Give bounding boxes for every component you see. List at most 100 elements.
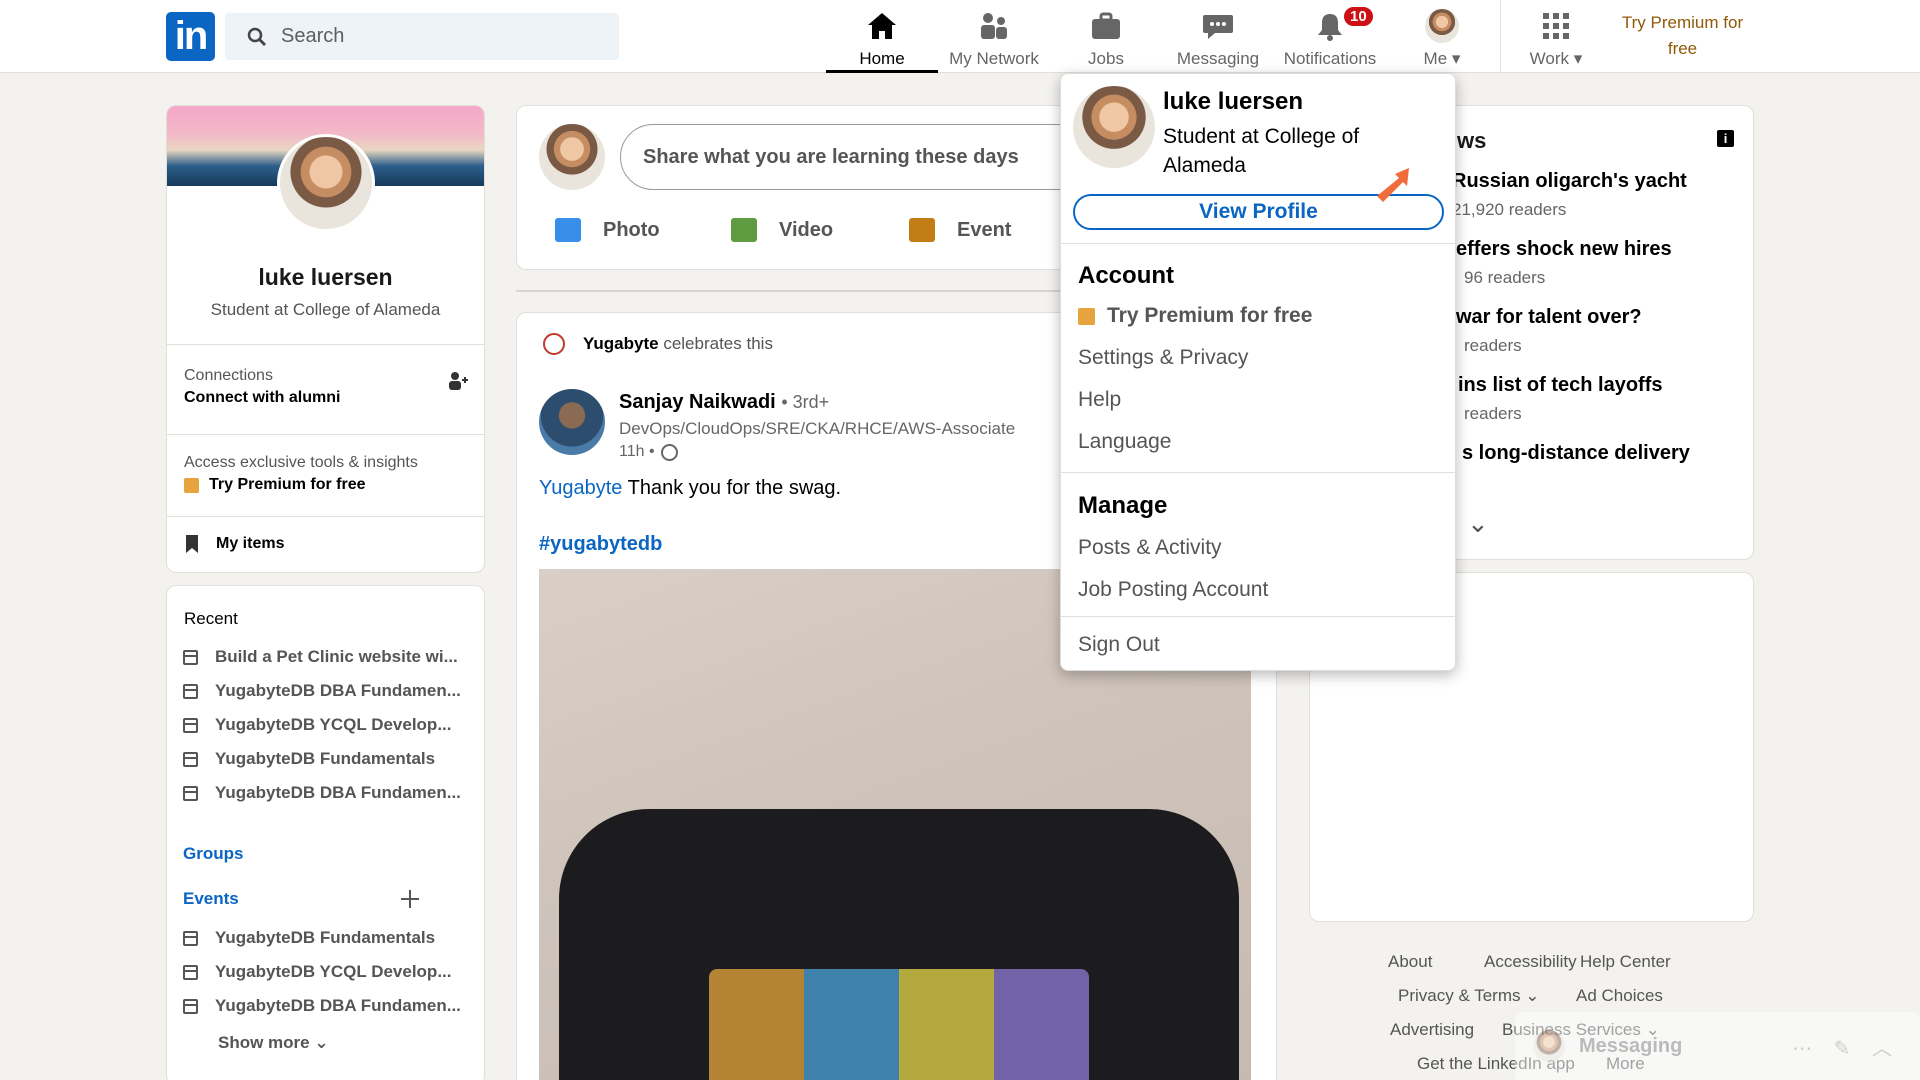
post-body: Yugabyte Thank you for the swag.	[539, 477, 841, 500]
author-avatar[interactable]	[539, 389, 605, 455]
messaging-dock-controls[interactable]: ⋯ ✎ ︿	[1792, 1032, 1900, 1061]
settings-privacy-link[interactable]: Settings & Privacy	[1078, 346, 1248, 370]
news-item-title[interactable]: s long-distance delivery	[1462, 442, 1690, 465]
author-degree: • 3rd+	[781, 392, 830, 412]
footer-link[interactable]: Privacy & Terms ⌄	[1398, 986, 1539, 1006]
dropdown-avatar[interactable]	[1073, 86, 1155, 168]
groups-link[interactable]: Groups	[183, 844, 243, 864]
help-link[interactable]: Help	[1078, 388, 1121, 412]
share-avatar[interactable]	[539, 124, 605, 190]
account-heading: Account	[1078, 262, 1174, 289]
profile-headline: Student at College of Alameda	[210, 300, 441, 319]
author-name-row[interactable]: Sanjay Naikwadi • 3rd+	[619, 391, 829, 414]
info-icon[interactable]: i	[1717, 130, 1734, 147]
post-mention[interactable]: Yugabyte	[539, 477, 622, 499]
nav-notifications[interactable]: 10 Notifications	[1274, 0, 1386, 73]
show-more-button[interactable]: Show more ⌄	[218, 1033, 329, 1053]
news-heading: ws	[1457, 128, 1487, 153]
recent-item[interactable]: YugabyteDB DBA Fundamen...	[183, 783, 461, 803]
footer-link[interactable]: About	[1388, 952, 1432, 972]
divider	[167, 434, 484, 435]
calendar-icon	[183, 998, 198, 1014]
me-dropdown-menu: luke luersen Student at College of Alame…	[1060, 73, 1456, 671]
recent-item[interactable]: YugabyteDB YCQL Develop...	[183, 715, 452, 735]
author-headline: DevOps/CloudOps/SRE/CKA/RHCE/AWS-Associa…	[619, 419, 1016, 438]
footer-link[interactable]: Accessibility	[1484, 952, 1577, 972]
nav-messaging-label: Messaging	[1176, 49, 1260, 68]
footer-link[interactable]: Help Center	[1580, 952, 1671, 972]
sign-out-link[interactable]: Sign Out	[1078, 633, 1160, 657]
premium-icon	[184, 477, 199, 493]
news-item-sub: readers	[1464, 336, 1522, 355]
news-item-title[interactable]: war for talent over?	[1456, 306, 1642, 329]
news-item-title[interactable]: ins list of tech layoffs	[1458, 374, 1662, 397]
job-posting-account-link[interactable]: Job Posting Account	[1078, 578, 1268, 602]
chevron-down-icon: ▾	[1573, 49, 1583, 68]
nav-home-label: Home	[859, 49, 905, 68]
event-item[interactable]: YugabyteDB YCQL Develop...	[183, 962, 452, 982]
chevron-down-icon: ▾	[1451, 49, 1461, 68]
nav-my-network[interactable]: My Network	[938, 0, 1050, 73]
nav-jobs[interactable]: Jobs	[1050, 0, 1162, 73]
nav-home[interactable]: Home	[826, 0, 938, 73]
messaging-icon	[1203, 15, 1233, 39]
footer-link[interactable]: Advertising	[1390, 1020, 1474, 1040]
recent-item[interactable]: YugabyteDB DBA Fundamen...	[183, 681, 461, 701]
divider	[167, 344, 484, 345]
profile-avatar[interactable]	[277, 134, 375, 232]
tshirt-print	[709, 969, 1089, 1080]
nav-messaging[interactable]: Messaging	[1162, 0, 1274, 73]
event-item[interactable]: YugabyteDB Fundamentals	[183, 928, 435, 948]
post-hashtag[interactable]: #yugabytedb	[539, 533, 662, 556]
profile-card: luke luersen Student at College of Alame…	[166, 105, 485, 573]
nav-work[interactable]: Work ▾	[1500, 0, 1612, 73]
try-premium-link[interactable]: Try Premium for free	[1600, 10, 1765, 62]
linkedin-logo[interactable]: in	[166, 12, 215, 61]
event-item[interactable]: YugabyteDB DBA Fundamen...	[183, 996, 461, 1016]
manage-heading: Manage	[1078, 492, 1168, 519]
dropdown-try-premium[interactable]: Try Premium for free	[1078, 304, 1312, 328]
search-bar[interactable]: Search	[225, 13, 619, 60]
recent-item[interactable]: Build a Pet Clinic website wi...	[183, 647, 458, 667]
news-item-sub: 21,920 readers	[1452, 200, 1567, 219]
news-item-title[interactable]: Russian oligarch's yacht	[1452, 170, 1687, 193]
recent-item[interactable]: YugabyteDB Fundamentals	[183, 749, 435, 769]
connections-block[interactable]: Connections Connect with alumni	[184, 367, 340, 407]
premium-note: Access exclusive tools & insights	[184, 454, 418, 471]
event-button[interactable]: Event	[909, 218, 1011, 242]
search-placeholder: Search	[281, 25, 345, 47]
photo-button[interactable]: Photo	[555, 218, 660, 242]
nav-my-network-label: My Network	[949, 49, 1039, 68]
nav-me[interactable]: Me ▾	[1386, 0, 1498, 73]
messaging-dock[interactable]: Messaging ⋯ ✎ ︿	[1515, 1012, 1920, 1080]
divider	[167, 516, 484, 517]
video-button[interactable]: Video	[731, 218, 833, 242]
nav-work-label: Work ▾	[1529, 49, 1583, 68]
notifications-badge: 10	[1342, 5, 1375, 28]
calendar-icon	[909, 218, 935, 242]
plus-icon[interactable]	[400, 889, 420, 909]
connections-sub: Connect with alumni	[184, 389, 341, 406]
footer-link[interactable]: Ad Choices	[1576, 986, 1663, 1006]
premium-block[interactable]: Access exclusive tools & insights Try Pr…	[184, 454, 418, 494]
post-time: 11h •	[619, 443, 678, 461]
tshirt-graphic	[559, 809, 1239, 1080]
calendar-icon	[183, 785, 198, 801]
bookmark-icon	[186, 535, 198, 553]
profile-name[interactable]: luke luersen	[167, 264, 484, 291]
search-icon	[247, 27, 266, 46]
messaging-dock-label: Messaging	[1579, 1034, 1683, 1057]
chevron-down-icon[interactable]: ⌄	[1467, 508, 1489, 539]
context-text: celebrates this	[663, 334, 773, 353]
language-link[interactable]: Language	[1078, 430, 1171, 454]
author-name[interactable]: Sanjay Naikwadi	[619, 391, 776, 413]
video-icon	[731, 218, 757, 242]
news-item-title[interactable]: effers shock new hires	[1456, 238, 1672, 261]
events-link[interactable]: Events	[183, 889, 239, 909]
posts-activity-link[interactable]: Posts & Activity	[1078, 536, 1222, 560]
my-items-link[interactable]: My items	[184, 534, 284, 554]
my-items-label: My items	[216, 535, 285, 552]
news-item-sub: readers	[1464, 404, 1522, 423]
recent-heading: Recent	[184, 609, 238, 628]
context-org[interactable]: Yugabyte	[583, 334, 659, 354]
